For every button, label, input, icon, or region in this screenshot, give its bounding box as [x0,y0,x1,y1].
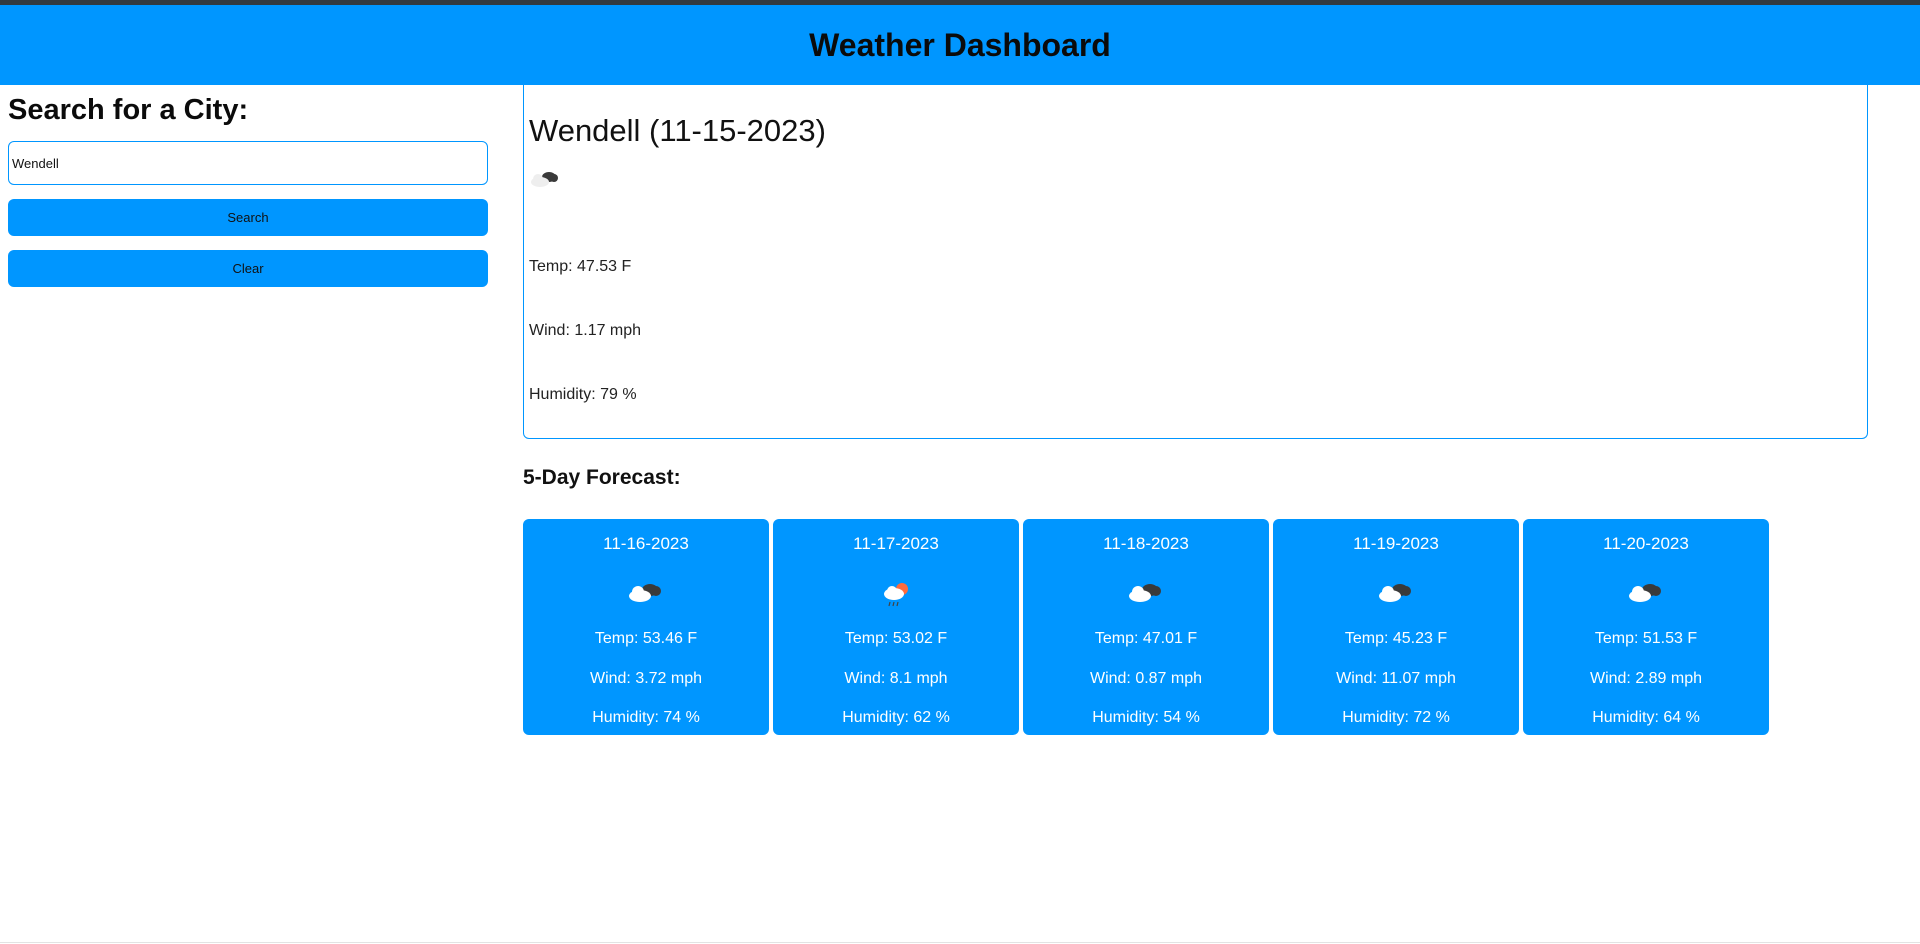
forecast-temp: Temp: 45.23 F [1344,630,1448,647]
current-humidity: Humidity: 79 % [529,386,637,403]
current-wind: Wind: 1.17 mph [529,322,642,339]
forecast-temp: Temp: 47.01 F [1094,630,1198,647]
forecast-humidity: Humidity: 72 % [1342,709,1450,726]
forecast-date: 11-18-2023 [1103,534,1189,553]
current-city-title: Wendell (11-15-2023) [529,113,826,148]
search-sidebar: Search for a City: Search Clear [8,85,488,287]
forecast-wind: Wind: 0.87 mph [1089,670,1203,687]
forecast-humidity: Humidity: 54 % [1092,709,1200,726]
forecast-temp: Temp: 53.02 F [844,630,948,647]
forecast-wind: Wind: 11.07 mph [1336,670,1456,687]
forecast-temp: Temp: 53.46 F [594,630,698,647]
forecast-wind: Wind: 8.1 mph [844,670,948,687]
forecast-card: 11-20-2023 Temp: 51.53 F Wind: 2.89 mph … [1523,519,1769,735]
forecast-date: 11-19-2023 [1353,534,1439,553]
forecast-title: 5-Day Forecast: [523,466,681,489]
current-temp: Temp: 47.53 F [529,258,632,275]
broken-clouds-icon [1523,579,1769,609]
forecast-humidity: Humidity: 62 % [842,709,950,726]
forecast-card: 11-18-2023 Temp: 47.01 F Wind: 0.87 mph … [1023,519,1269,735]
current-weather-panel: Wendell (11-15-2023) Temp: 47.53 F Wind:… [523,85,1868,439]
forecast-card: 11-16-2023 Temp: 53.46 F Wind: 3.72 mph … [523,519,769,735]
page-title: Weather Dashboard [809,26,1111,63]
broken-clouds-icon [523,579,769,609]
forecast-cards: 11-16-2023 Temp: 53.46 F Wind: 3.72 mph … [523,519,1769,735]
forecast-wind: Wind: 2.89 mph [1589,670,1703,687]
search-heading: Search for a City: [8,94,249,126]
city-search-input[interactable] [8,141,488,185]
rain-sun-icon [773,579,1019,609]
broken-clouds-icon [529,167,1867,197]
forecast-humidity: Humidity: 64 % [1592,709,1700,726]
forecast-card: 11-17-2023 Temp: 53.02 F Wind: 8.1 mph H… [773,519,1019,735]
forecast-date: 11-17-2023 [853,534,939,553]
broken-clouds-icon [1273,579,1519,609]
forecast-date: 11-16-2023 [603,534,689,553]
app-header: Weather Dashboard [0,5,1920,85]
forecast-card: 11-19-2023 Temp: 45.23 F Wind: 11.07 mph… [1273,519,1519,735]
forecast-temp: Temp: 51.53 F [1594,630,1698,647]
search-button[interactable]: Search [8,199,488,236]
clear-button[interactable]: Clear [8,250,488,287]
broken-clouds-icon [1023,579,1269,609]
forecast-wind: Wind: 3.72 mph [589,670,703,687]
forecast-humidity: Humidity: 74 % [592,709,700,726]
page-bottom-divider [0,942,1920,943]
forecast-date: 11-20-2023 [1603,534,1689,553]
